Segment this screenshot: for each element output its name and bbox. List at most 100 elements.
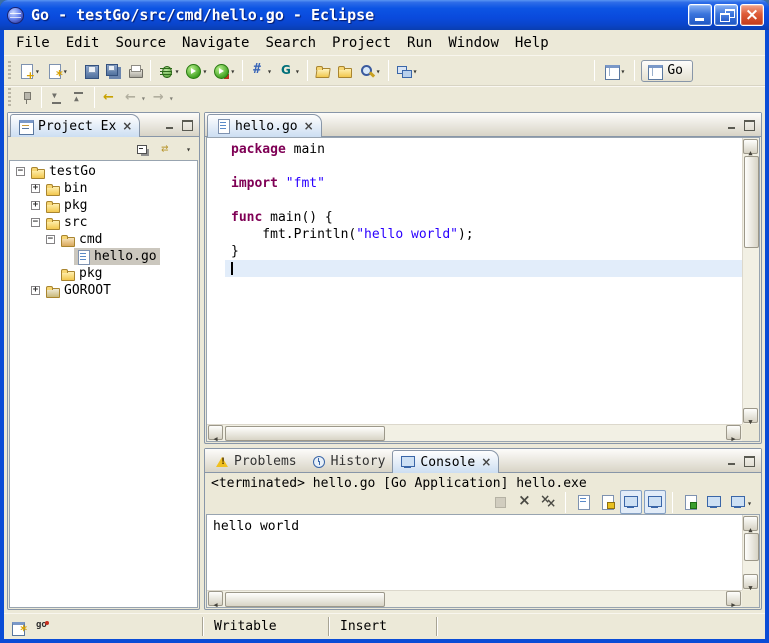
team-sync-button[interactable]: [393, 59, 421, 83]
prev-annotation-button[interactable]: [68, 86, 90, 110]
vertical-scrollbar-thumb[interactable]: [744, 156, 759, 248]
open-perspective-button[interactable]: [601, 59, 629, 83]
external-tools-button[interactable]: [210, 59, 238, 83]
expand-handle[interactable]: [31, 201, 40, 210]
go-perspective-button[interactable]: Go: [641, 60, 693, 82]
menu-navigate[interactable]: Navigate: [174, 33, 257, 53]
collapse-handle[interactable]: [16, 167, 25, 176]
minimize-button[interactable]: [688, 4, 712, 26]
tree-item-pkg[interactable]: pkg: [10, 265, 197, 282]
console-vertical-scrollbar[interactable]: [742, 515, 759, 590]
save-all-button[interactable]: [102, 59, 124, 83]
back-button[interactable]: [121, 86, 149, 110]
search-icon: [359, 63, 375, 79]
menu-help[interactable]: Help: [507, 33, 557, 53]
tree-item-bin[interactable]: bin: [10, 180, 197, 197]
fast-view-icon[interactable]: [11, 619, 27, 635]
collapse-handle[interactable]: [31, 218, 40, 227]
debug-button[interactable]: [155, 59, 183, 83]
go-status-icon[interactable]: [34, 619, 50, 635]
tree-item-testgo[interactable]: testGo: [10, 163, 197, 180]
collapse-all-button[interactable]: [132, 137, 154, 161]
title-bar[interactable]: Go - testGo/src/cmd/hello.go - Eclipse: [0, 0, 769, 30]
print-button[interactable]: [124, 59, 146, 83]
new-wizard-button[interactable]: [15, 59, 43, 83]
display-selected-console-button[interactable]: [703, 490, 725, 514]
editor-vertical-scrollbar[interactable]: [742, 138, 759, 424]
maximize-view-button[interactable]: [180, 119, 194, 131]
horizontal-scrollbar-thumb[interactable]: [225, 426, 385, 441]
last-edit-location-button[interactable]: [99, 86, 121, 110]
next-annotation-button[interactable]: [46, 86, 68, 110]
tree-item-cmd[interactable]: cmd: [10, 231, 197, 248]
scroll-left-arrow[interactable]: [208, 425, 223, 440]
menu-project[interactable]: Project: [324, 33, 399, 53]
tree-item-src[interactable]: src: [10, 214, 197, 231]
code-editor[interactable]: package mainimport "fmt"func main() { fm…: [206, 137, 760, 442]
close-tab-icon[interactable]: [304, 119, 314, 133]
expand-handle[interactable]: [31, 286, 40, 295]
collapse-handle[interactable]: [46, 235, 55, 244]
link-with-editor-button[interactable]: [157, 137, 179, 161]
view-menu-button[interactable]: [182, 137, 194, 161]
scroll-right-arrow[interactable]: [726, 591, 741, 606]
close-button[interactable]: [740, 4, 764, 26]
menu-window[interactable]: Window: [440, 33, 507, 53]
tree-item-hello-go[interactable]: hello.go: [10, 248, 197, 265]
minimize-view-button[interactable]: [163, 119, 177, 131]
minimize-view-button[interactable]: [725, 119, 739, 131]
terminate-button[interactable]: [489, 490, 511, 514]
tab-history[interactable]: History: [304, 451, 393, 472]
forward-button[interactable]: [149, 86, 177, 110]
restore-button[interactable]: [714, 4, 738, 26]
horizontal-scrollbar-thumb[interactable]: [225, 592, 385, 607]
remove-launch-button[interactable]: [513, 490, 535, 514]
scroll-down-arrow[interactable]: [743, 574, 758, 589]
tab-problems[interactable]: Problems: [207, 451, 304, 472]
tab-console[interactable]: Console: [392, 450, 499, 473]
scroll-lock-button[interactable]: [596, 490, 618, 514]
open-console-button[interactable]: [727, 490, 755, 514]
scroll-down-arrow[interactable]: [743, 408, 758, 423]
tree-item-goroot[interactable]: GOROOT: [10, 282, 197, 299]
close-tab-icon[interactable]: [481, 455, 491, 469]
show-stdout-when-changed-button[interactable]: [620, 490, 642, 514]
tab-hello-go[interactable]: hello.go: [207, 114, 322, 137]
remove-all-launches-button[interactable]: [537, 490, 559, 514]
new-go-element-button[interactable]: [43, 59, 71, 83]
menu-run[interactable]: Run: [399, 33, 440, 53]
pin-console-button[interactable]: [679, 490, 701, 514]
scroll-left-arrow[interactable]: [208, 591, 223, 606]
show-stderr-when-changed-button[interactable]: [644, 490, 666, 514]
menu-file[interactable]: File: [8, 33, 58, 53]
scroll-up-arrow[interactable]: [743, 139, 758, 154]
menu-source[interactable]: Source: [107, 33, 174, 53]
menu-search[interactable]: Search: [257, 33, 324, 53]
new-go-project-button[interactable]: [247, 59, 275, 83]
scroll-right-arrow[interactable]: [726, 425, 741, 440]
vertical-scrollbar-thumb[interactable]: [744, 533, 759, 561]
open-type-button[interactable]: [334, 59, 356, 83]
minimize-view-button[interactable]: [725, 455, 739, 467]
tree-item-pkg[interactable]: pkg: [10, 197, 197, 214]
tab-project-explorer[interactable]: Project Ex: [10, 114, 140, 137]
run-button[interactable]: [182, 59, 210, 83]
scroll-up-arrow[interactable]: [743, 516, 758, 531]
maximize-view-button[interactable]: [742, 455, 756, 467]
pin-editor-button[interactable]: [15, 86, 37, 110]
link-with-editor-icon: [160, 141, 176, 157]
clear-console-button[interactable]: [572, 490, 594, 514]
expand-handle[interactable]: [31, 184, 40, 193]
console-output-area[interactable]: hello world: [206, 514, 760, 608]
search-button[interactable]: [356, 59, 384, 83]
go-tools-button[interactable]: [275, 59, 303, 83]
console-horizontal-scrollbar[interactable]: [207, 590, 742, 607]
close-tab-icon[interactable]: [122, 119, 132, 133]
maximize-view-button[interactable]: [742, 119, 756, 131]
editor-horizontal-scrollbar[interactable]: [207, 424, 742, 441]
gog-icon: [278, 63, 294, 79]
open-resource-button[interactable]: [312, 59, 334, 83]
code-area[interactable]: package mainimport "fmt"func main() { fm…: [207, 138, 742, 424]
menu-edit[interactable]: Edit: [58, 33, 108, 53]
save-button[interactable]: [80, 59, 102, 83]
